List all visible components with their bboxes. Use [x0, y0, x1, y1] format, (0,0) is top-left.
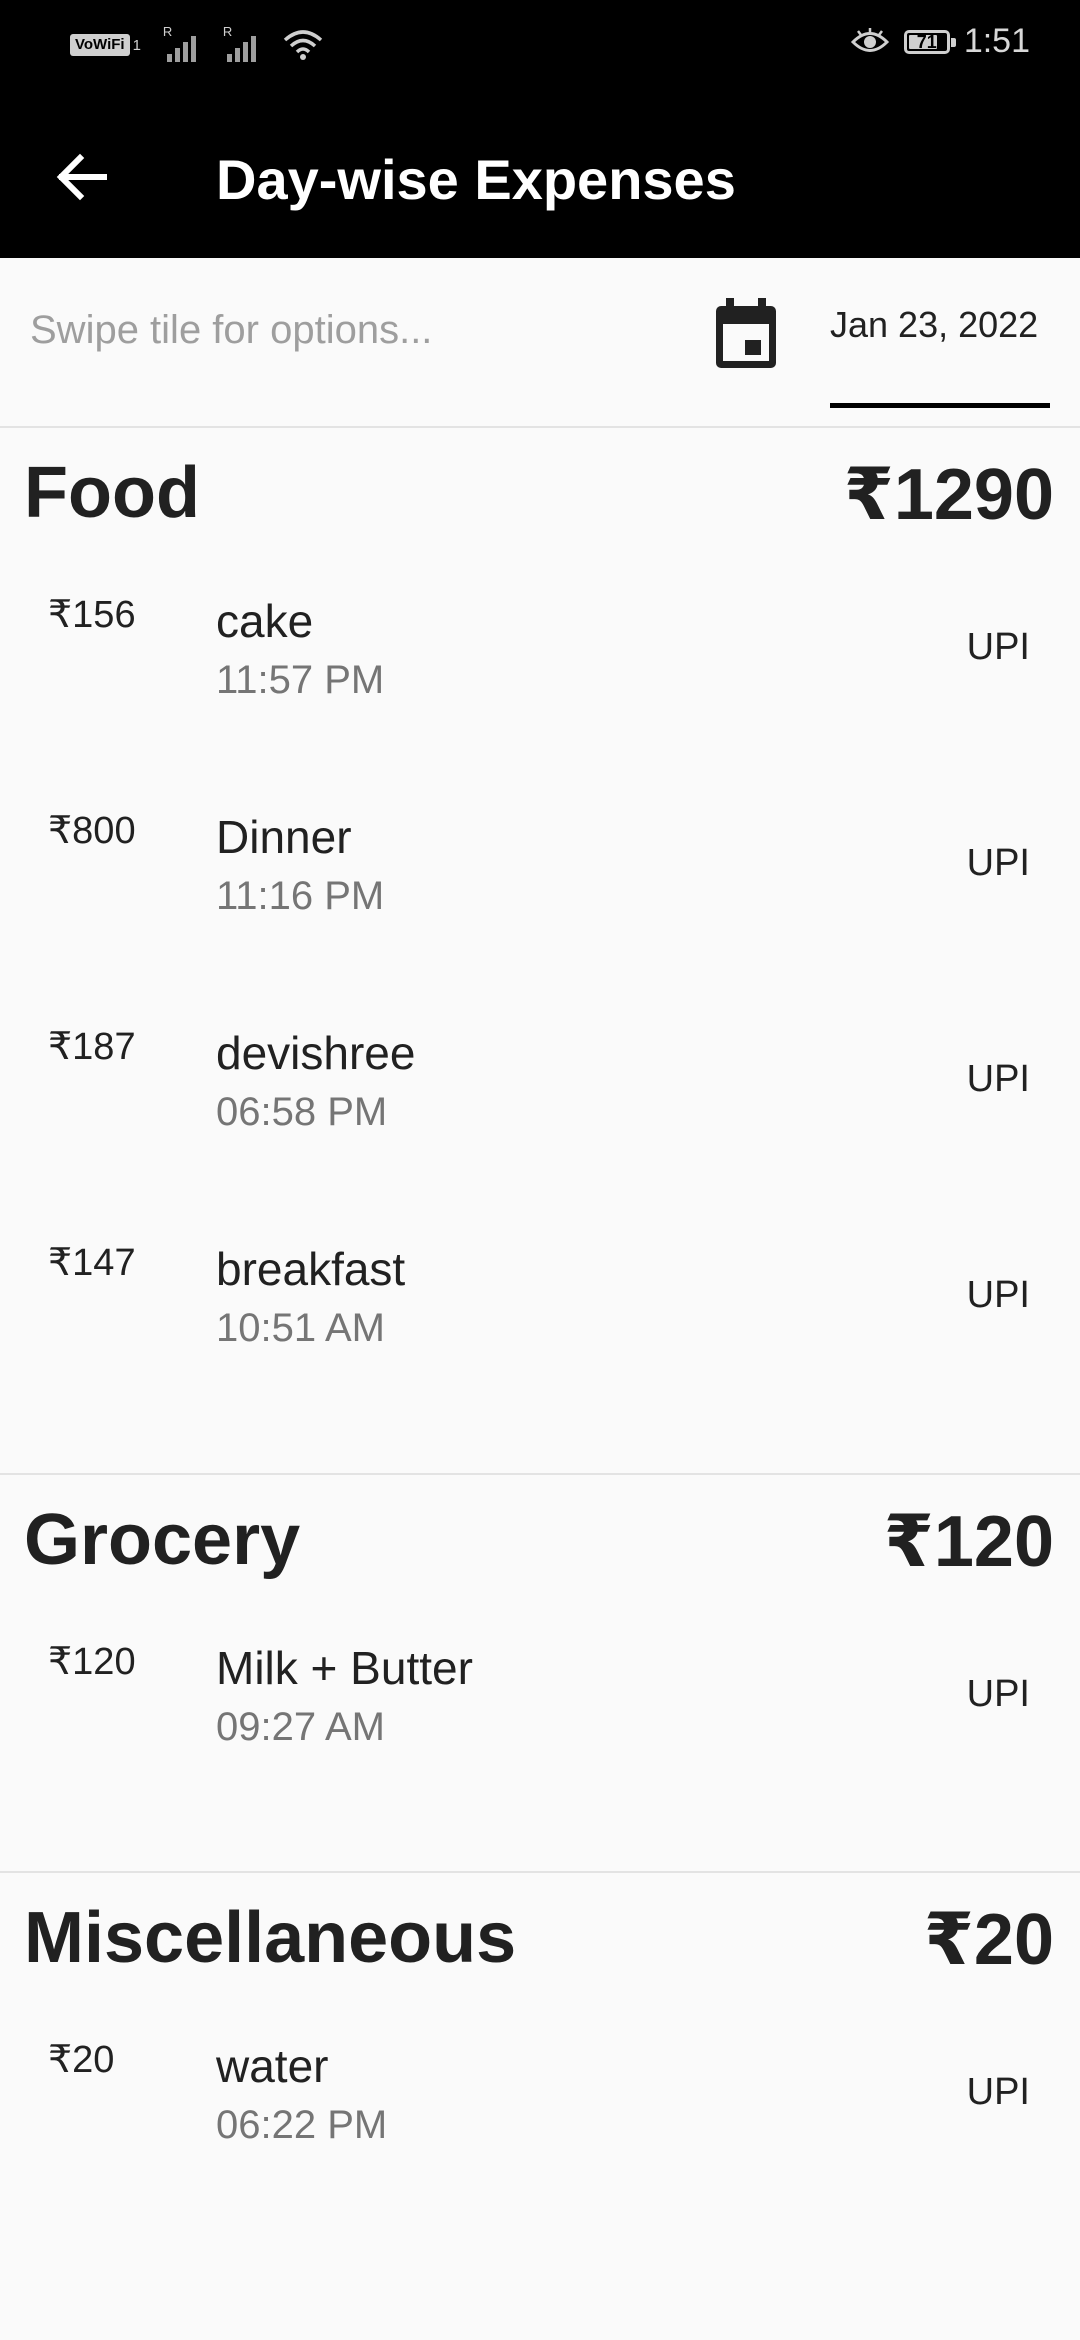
expense-title: Dinner — [216, 811, 352, 863]
vowifi-sub: 1 — [132, 36, 141, 54]
category-section-food: Food ₹1290 ₹156 cake 11:57 PM UPI ₹800 D… — [0, 428, 1080, 1442]
calendar-icon[interactable] — [712, 298, 780, 374]
expense-amount: ₹120 — [48, 1641, 136, 1683]
expense-amount: ₹187 — [48, 1026, 136, 1068]
swipe-hint: Swipe tile for options... — [30, 308, 433, 352]
category-total: ₹120 — [883, 1502, 1054, 1582]
category-section-miscellaneous: Miscellaneous ₹20 ₹20 water 06:22 PM UPI — [0, 1873, 1080, 2239]
expense-amount: ₹800 — [48, 810, 136, 852]
signal-icon: R — [223, 24, 261, 64]
arrow-back-icon — [56, 153, 107, 201]
selected-date: Jan 23, 2022 — [830, 304, 1039, 345]
battery-icon: 71 — [903, 29, 956, 54]
category-name: Miscellaneous — [24, 1898, 517, 1978]
expense-title: Milk + Butter — [216, 1642, 473, 1694]
page-title: Day-wise Expenses — [216, 148, 736, 211]
expense-title: cake — [216, 595, 314, 647]
expense-time: 11:16 PM — [216, 874, 385, 918]
vowifi-indicator: VoWiFi 1 — [70, 34, 141, 56]
expense-tile[interactable]: ₹800 Dinner 11:16 PM UPI — [0, 794, 1080, 1010]
category-total: ₹1290 — [843, 455, 1054, 535]
expense-amount: ₹147 — [48, 1242, 136, 1284]
expense-tile[interactable]: ₹120 Milk + Butter 09:27 AM UPI — [0, 1625, 1080, 1841]
expense-time: 06:22 PM — [216, 2103, 388, 2147]
date-picker-field[interactable]: Jan 23, 2022 — [830, 304, 1050, 408]
expense-tile[interactable]: ₹147 breakfast 10:51 AM UPI — [0, 1226, 1080, 1442]
payment-mode: UPI — [966, 1058, 1030, 1100]
category-name: Grocery — [24, 1500, 301, 1580]
expense-title: water — [216, 2040, 329, 2092]
payment-mode: UPI — [966, 1274, 1030, 1316]
expense-time: 09:27 AM — [216, 1705, 386, 1749]
category-section-grocery: Grocery ₹120 ₹120 Milk + Butter 09:27 AM… — [0, 1475, 1080, 1841]
wifi-icon — [283, 30, 323, 60]
filter-row: Swipe tile for options... Jan 23, 2022 — [0, 258, 1080, 428]
vowifi-label: VoWiFi — [70, 34, 130, 56]
payment-mode: UPI — [966, 2071, 1030, 2113]
expense-amount: ₹156 — [48, 594, 136, 636]
expense-title: devishree — [216, 1027, 416, 1079]
expense-title: breakfast — [216, 1243, 406, 1295]
back-button[interactable] — [46, 142, 116, 212]
status-time: 1:51 — [963, 22, 1030, 60]
category-header: Miscellaneous ₹20 — [0, 1873, 1080, 2023]
payment-mode: UPI — [966, 626, 1030, 668]
payment-mode: UPI — [966, 842, 1030, 884]
status-bar: VoWiFi 1 R R 71 1:51 — [0, 0, 1080, 92]
battery-level: 71 — [916, 31, 937, 52]
payment-mode: UPI — [966, 1673, 1030, 1715]
expense-amount: ₹20 — [48, 2039, 115, 2081]
category-header: Grocery ₹120 — [0, 1475, 1080, 1625]
expense-time: 11:57 PM — [216, 658, 385, 702]
expense-tile[interactable]: ₹187 devishree 06:58 PM UPI — [0, 1010, 1080, 1226]
app-bar: Day-wise Expenses — [0, 92, 1080, 258]
expense-time: 10:51 AM — [216, 1306, 386, 1350]
category-total: ₹20 — [923, 1900, 1054, 1980]
expense-tile[interactable]: ₹156 cake 11:57 PM UPI — [0, 578, 1080, 794]
category-header: Food ₹1290 — [0, 428, 1080, 578]
expense-time: 06:58 PM — [216, 1090, 388, 1134]
eye-comfort-icon — [850, 27, 889, 52]
category-name: Food — [24, 453, 200, 533]
signal-icon: R — [163, 24, 201, 64]
expense-tile[interactable]: ₹20 water 06:22 PM UPI — [0, 2023, 1080, 2239]
